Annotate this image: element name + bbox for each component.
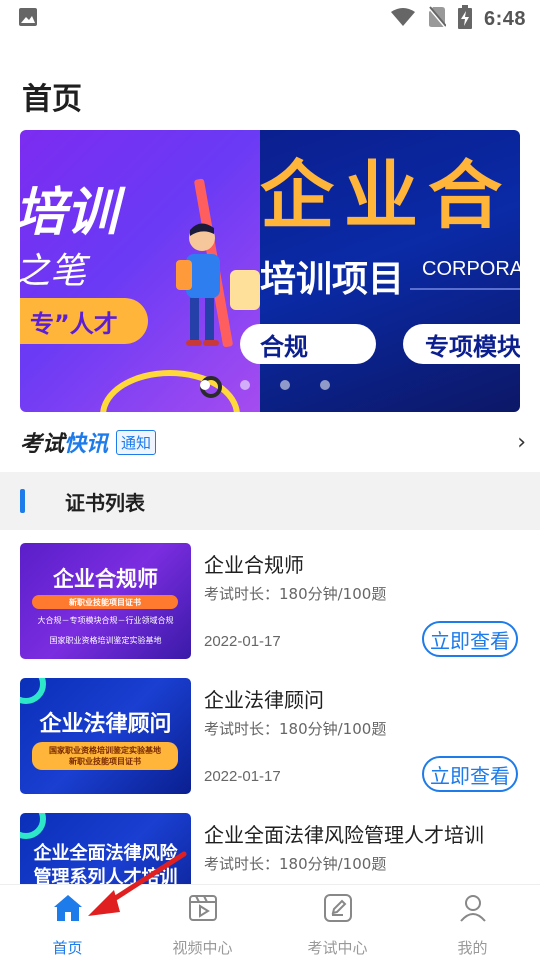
decorative-ring	[20, 813, 46, 839]
home-icon	[51, 891, 85, 925]
video-icon	[186, 891, 220, 925]
exam-news-logo: 考试快讯	[20, 432, 109, 457]
carousel-indicator[interactable]	[200, 380, 330, 390]
no-sim-icon	[428, 6, 447, 32]
bottom-tab-bar: 首页 视频中心 考试中心 我的	[0, 884, 540, 960]
card-title: 企业合规师	[204, 553, 304, 577]
certificate-thumbnail[interactable]: 企业全面法律风险 管理系列人才培训	[20, 813, 191, 884]
tab-label: 视频中心	[172, 939, 233, 957]
certificate-card[interactable]: 企业全面法律风险 管理系列人才培训 企业全面法律风险管理人才培训 考试时长：18…	[20, 813, 520, 884]
profile-icon	[456, 891, 490, 925]
certificate-thumbnail[interactable]: 企业法律顾问 国家职业资格培训鉴定实验基地 新职业技能项目证书	[20, 678, 191, 794]
card-meta: 考试时长：180分钟/100题	[204, 855, 387, 873]
card-meta: 考试时长：180分钟/100题	[204, 585, 387, 603]
banner-carousel[interactable]: 培训 之笔 专”人才 企业合 培训项目 CORPORA 合规 专项模块	[20, 130, 520, 412]
page-title: 首页	[22, 82, 82, 117]
slide-1-pill: 专”人才	[20, 298, 148, 344]
chevron-right-icon[interactable]: ›	[517, 430, 526, 455]
banner-slide-2[interactable]: 企业合 培训项目 CORPORA 合规 专项模块	[240, 130, 520, 412]
slide-2-english: CORPORA	[422, 258, 520, 280]
slide-1-headline: 培训	[20, 183, 119, 243]
tab-home[interactable]: 首页	[0, 885, 135, 961]
carousel-dot[interactable]	[240, 380, 250, 390]
tab-label: 首页	[52, 939, 83, 957]
clock: 6:48	[483, 7, 526, 30]
status-bar: 6:48	[0, 0, 540, 38]
section-title: 证书列表	[65, 490, 145, 515]
slide-2-subline: 培训项目	[260, 259, 405, 300]
certificate-thumbnail[interactable]: 企业合规师 新职业技能项目证书 大合规－专项模块合规－行业领域合规 国家职业资格…	[20, 543, 191, 659]
notice-tag: 通知	[116, 429, 157, 455]
card-meta: 考试时长：180分钟/100题	[204, 720, 387, 738]
section-accent-bar	[20, 489, 25, 513]
card-title: 企业法律顾问	[204, 688, 324, 712]
wifi-icon	[390, 7, 416, 31]
divider	[410, 288, 520, 290]
slide-1-subline: 之笔	[20, 251, 87, 292]
tab-profile[interactable]: 我的	[405, 885, 540, 961]
certificate-list-header: 证书列表	[0, 472, 540, 530]
card-date: 2022-01-17	[204, 633, 281, 650]
banner-slide-1[interactable]: 培训 之笔 专”人才	[20, 130, 260, 412]
certificate-card[interactable]: 企业法律顾问 国家职业资格培训鉴定实验基地 新职业技能项目证书 企业法律顾问 考试…	[20, 678, 520, 794]
carousel-dot[interactable]	[320, 380, 330, 390]
card-title: 企业全面法律风险管理人才培训	[204, 823, 484, 847]
decorative-ring	[20, 678, 46, 704]
certificate-card[interactable]: 企业合规师 新职业技能项目证书 大合规－专项模块合规－行业领域合规 国家职业资格…	[20, 543, 520, 659]
tab-video-center[interactable]: 视频中心	[135, 885, 270, 961]
view-now-button[interactable]: 立即查看	[422, 756, 518, 792]
exam-icon	[321, 891, 355, 925]
image-icon	[18, 7, 38, 31]
slide-2-pill-2: 专项模块	[403, 324, 520, 364]
battery-charging-icon	[457, 5, 472, 33]
slide-2-pill-1: 合规	[240, 324, 376, 364]
carousel-dot[interactable]	[280, 380, 290, 390]
slide-2-headline: 企业合	[260, 153, 512, 239]
view-now-button[interactable]: 立即查看	[422, 621, 518, 657]
tab-label: 我的	[457, 939, 488, 957]
card-date: 2022-01-17	[204, 768, 281, 785]
tab-exam-center[interactable]: 考试中心	[270, 885, 405, 961]
exam-news-bar[interactable]: 考试快讯 通知 ›	[20, 424, 526, 460]
tab-label: 考试中心	[307, 939, 368, 957]
carousel-dot[interactable]	[200, 380, 210, 390]
